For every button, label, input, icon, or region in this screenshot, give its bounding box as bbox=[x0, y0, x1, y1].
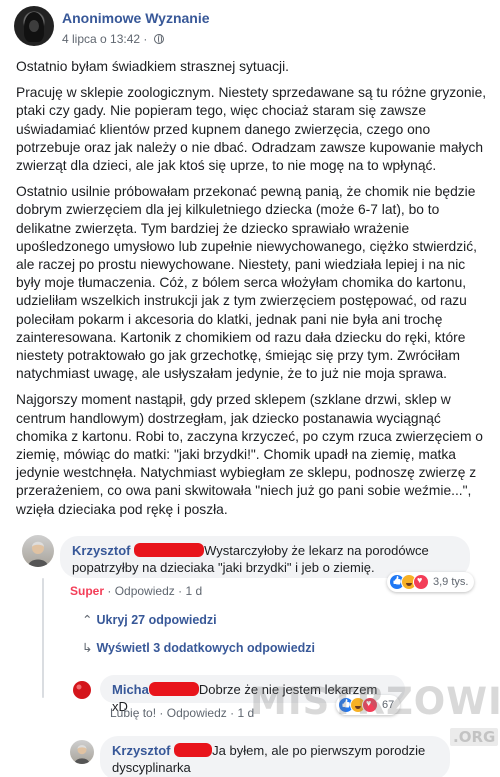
page-avatar[interactable] bbox=[14, 6, 54, 46]
comment-avatar[interactable] bbox=[70, 740, 94, 764]
watermark-logo: MISTRZOWIE bbox=[250, 680, 500, 723]
hide-replies-link[interactable]: ⌃ Ukryj 27 odpowiedzi bbox=[82, 612, 217, 627]
reply-link[interactable]: Odpowiedz bbox=[115, 584, 175, 598]
post-paragraph: Ostatnio byłam świadkiem strasznej sytua… bbox=[16, 59, 289, 74]
post-date[interactable]: 4 lipca o 13:42 bbox=[62, 32, 140, 46]
redacted-name bbox=[174, 743, 213, 757]
reply-link[interactable]: Odpowiedz bbox=[167, 706, 227, 720]
facebook-post: Anonimowe Wyznanie 4 lipca o 13:42 · Ost… bbox=[0, 0, 500, 777]
action-separator: · bbox=[107, 584, 112, 598]
comment-bubble: Krzysztof Ja byłem, ale po pierwszym por… bbox=[100, 736, 450, 777]
post-body: Ostatnio byłam świadkiem strasznej sytua… bbox=[16, 58, 490, 527]
love-reaction-icon bbox=[413, 574, 429, 590]
comment-actions: Super · Odpowiedz · 1 d bbox=[70, 584, 202, 598]
meta-separator: · bbox=[143, 32, 148, 46]
comment-avatar[interactable] bbox=[22, 535, 54, 567]
watermark-suffix: .ORG bbox=[450, 728, 499, 746]
comment-actions: Lubię to! · Odpowiedz · 1 d bbox=[110, 706, 254, 720]
post-paragraph: Najgorszy moment nastąpił, gdy przed skl… bbox=[16, 392, 483, 517]
post-header: Anonimowe Wyznanie 4 lipca o 13:42 · bbox=[14, 6, 484, 50]
like-link[interactable]: Lubię to! bbox=[110, 706, 156, 720]
action-separator: · bbox=[178, 584, 183, 598]
reaction-count: 3,9 tys. bbox=[433, 576, 469, 588]
post-paragraph: Ostatnio usilnie próbowałam przekonać pe… bbox=[16, 184, 477, 382]
person-photo-icon bbox=[74, 745, 90, 764]
red-ball-icon bbox=[73, 681, 91, 699]
post-meta: 4 lipca o 13:42 · bbox=[62, 32, 164, 46]
action-separator: · bbox=[159, 706, 164, 720]
person-photo-icon bbox=[28, 541, 48, 567]
comment-author[interactable]: Krzysztof bbox=[72, 543, 131, 558]
avatar-face bbox=[29, 20, 39, 32]
comment-time[interactable]: 1 d bbox=[185, 584, 202, 598]
reply-arrow-icon: ↳ bbox=[82, 641, 93, 655]
comment-author[interactable]: Krzysztof bbox=[112, 743, 171, 758]
chevron-up-icon: ⌃ bbox=[82, 613, 93, 627]
redacted-name bbox=[148, 682, 199, 696]
page-name[interactable]: Anonimowe Wyznanie bbox=[62, 10, 210, 26]
more-replies-link[interactable]: ↳ Wyświetl 3 dodatkowych odpowiedzi bbox=[82, 640, 315, 655]
comment-avatar[interactable] bbox=[70, 677, 94, 701]
hide-replies-label: Ukryj 27 odpowiedzi bbox=[96, 613, 217, 627]
post-paragraph: Pracuję w sklepie zoologicznym. Niestety… bbox=[16, 85, 487, 174]
comment-author[interactable]: Micha bbox=[112, 682, 149, 697]
comment-reactions[interactable]: 3,9 tys. bbox=[387, 572, 475, 592]
action-separator: · bbox=[230, 706, 235, 720]
thread-line bbox=[42, 578, 44, 698]
more-replies-label: Wyświetl 3 dodatkowych odpowiedzi bbox=[96, 641, 316, 655]
globe-icon bbox=[153, 34, 164, 44]
redacted-name bbox=[134, 543, 205, 557]
reacted-super-link[interactable]: Super bbox=[70, 584, 104, 598]
